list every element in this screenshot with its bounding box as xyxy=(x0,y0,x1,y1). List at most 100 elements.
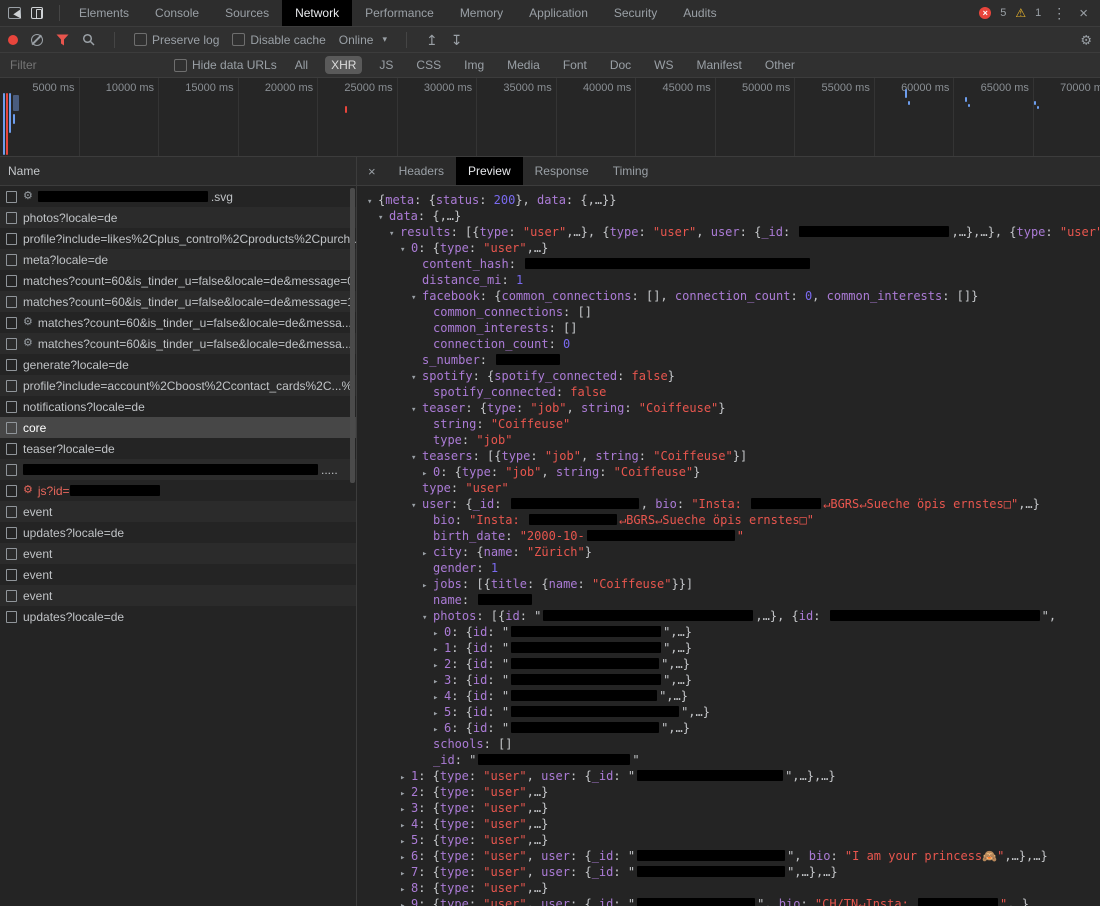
tree-line[interactable]: ▸8: {type: "user",…} xyxy=(367,880,1100,896)
filter-type-font[interactable]: Font xyxy=(557,56,593,74)
request-row[interactable]: event xyxy=(0,564,356,585)
request-row[interactable]: core xyxy=(0,417,356,438)
tab-memory[interactable]: Memory xyxy=(447,0,516,26)
tree-line[interactable]: schools: [] xyxy=(367,736,1100,752)
tab-performance[interactable]: Performance xyxy=(352,0,447,26)
tree-line[interactable]: ▸4: {type: "user",…} xyxy=(367,816,1100,832)
preserve-log-toggle[interactable]: Preserve log xyxy=(134,33,219,47)
record-icon[interactable] xyxy=(8,35,18,45)
tree-line[interactable]: ▸3: {type: "user",…} xyxy=(367,800,1100,816)
disable-cache-checkbox[interactable] xyxy=(232,33,245,46)
network-settings-gear-icon[interactable]: ⚙ xyxy=(1080,33,1092,46)
warning-icon[interactable]: ⚠ xyxy=(1015,7,1026,19)
tree-line[interactable]: ▸9: {type: "user", user: {_id: "", bio: … xyxy=(367,896,1100,906)
tree-line[interactable]: ▸0: {id: "",…} xyxy=(367,624,1100,640)
device-toolbar-icon[interactable] xyxy=(31,7,43,19)
tree-line[interactable]: s_number: xyxy=(367,352,1100,368)
inspect-element-icon[interactable] xyxy=(8,7,21,19)
request-row[interactable]: profile?include=account%2Cboost%2Ccontac… xyxy=(0,375,356,396)
tree-line[interactable]: ▸1: {type: "user", user: {_id: "",…},…} xyxy=(367,768,1100,784)
tab-security[interactable]: Security xyxy=(601,0,670,26)
tab-network[interactable]: Network xyxy=(282,0,352,26)
tree-line[interactable]: ▾teasers: [{type: "job", string: "Coiffe… xyxy=(367,448,1100,464)
tree-line[interactable]: name: xyxy=(367,592,1100,608)
tree-line[interactable]: ▸7: {type: "user", user: {_id: "",…},…} xyxy=(367,864,1100,880)
filter-type-ws[interactable]: WS xyxy=(648,56,679,74)
filter-type-other[interactable]: Other xyxy=(759,56,801,74)
tree-expanded-icon[interactable]: ▾ xyxy=(411,290,422,306)
tree-line[interactable]: ▸2: {type: "user",…} xyxy=(367,784,1100,800)
tree-expanded-icon[interactable]: ▾ xyxy=(411,498,422,514)
tree-line[interactable]: ▾0: {type: "user",…} xyxy=(367,240,1100,256)
filter-type-js[interactable]: JS xyxy=(373,56,399,74)
tree-line[interactable]: distance_mi: 1 xyxy=(367,272,1100,288)
tree-line[interactable]: _id: "" xyxy=(367,752,1100,768)
hide-data-urls-checkbox[interactable] xyxy=(174,59,187,72)
tree-line[interactable]: type: "user" xyxy=(367,480,1100,496)
tree-line[interactable]: ▸2: {id: "",…} xyxy=(367,656,1100,672)
tree-line[interactable]: ▸5: {id: "",…} xyxy=(367,704,1100,720)
tree-line[interactable]: ▸city: {name: "Zürich"} xyxy=(367,544,1100,560)
request-row[interactable]: profile?include=likes%2Cplus_control%2Cp… xyxy=(0,228,356,249)
tree-expanded-icon[interactable]: ▾ xyxy=(367,194,378,210)
detail-tab-response[interactable]: Response xyxy=(523,157,601,185)
hide-data-urls-toggle[interactable]: Hide data URLs xyxy=(174,58,277,72)
more-menu-icon[interactable]: ⋮ xyxy=(1050,5,1068,22)
request-row[interactable]: updates?locale=de xyxy=(0,606,356,627)
tree-line[interactable]: content_hash: xyxy=(367,256,1100,272)
tree-line[interactable]: ▸1: {id: "",…} xyxy=(367,640,1100,656)
tree-expanded-icon[interactable]: ▾ xyxy=(400,242,411,258)
tree-line[interactable]: birth_date: "2000-10-" xyxy=(367,528,1100,544)
tree-expanded-icon[interactable]: ▾ xyxy=(411,450,422,466)
scrollbar-thumb[interactable] xyxy=(350,188,355,483)
filter-type-xhr[interactable]: XHR xyxy=(325,56,362,74)
disable-cache-toggle[interactable]: Disable cache xyxy=(232,33,325,47)
name-column-header[interactable]: Name xyxy=(0,157,356,186)
request-row[interactable]: meta?locale=de xyxy=(0,249,356,270)
request-row[interactable]: updates?locale=de xyxy=(0,522,356,543)
filter-type-img[interactable]: Img xyxy=(458,56,490,74)
request-row[interactable]: ..... xyxy=(0,459,356,480)
filter-type-css[interactable]: CSS xyxy=(410,56,447,74)
tree-line[interactable]: ▾data: {,…} xyxy=(367,208,1100,224)
filter-type-doc[interactable]: Doc xyxy=(604,56,637,74)
tree-line[interactable]: connection_count: 0 xyxy=(367,336,1100,352)
import-har-icon[interactable]: ↥ xyxy=(426,33,438,47)
search-icon[interactable] xyxy=(82,33,95,46)
tree-expanded-icon[interactable]: ▾ xyxy=(411,402,422,418)
tree-line[interactable]: ▸4: {id: "",…} xyxy=(367,688,1100,704)
detail-tab-timing[interactable]: Timing xyxy=(601,157,661,185)
filter-funnel-icon[interactable] xyxy=(56,34,69,46)
request-row[interactable]: photos?locale=de xyxy=(0,207,356,228)
request-row[interactable]: notifications?locale=de xyxy=(0,396,356,417)
request-row[interactable]: matches?count=60&is_tinder_u=false&local… xyxy=(0,270,356,291)
tree-line[interactable]: common_interests: [] xyxy=(367,320,1100,336)
tree-line[interactable]: ▸6: {type: "user", user: {_id: "", bio: … xyxy=(367,848,1100,864)
tree-line[interactable]: ▾facebook: {common_connections: [], conn… xyxy=(367,288,1100,304)
tree-line[interactable]: ▾teaser: {type: "job", string: "Coiffeus… xyxy=(367,400,1100,416)
request-row[interactable]: generate?locale=de xyxy=(0,354,356,375)
close-devtools-icon[interactable]: × xyxy=(1077,5,1090,22)
tab-application[interactable]: Application xyxy=(516,0,601,26)
detail-tab-headers[interactable]: Headers xyxy=(387,157,456,185)
filter-type-manifest[interactable]: Manifest xyxy=(691,56,748,74)
tree-line[interactable]: ▸6: {id: "",…} xyxy=(367,720,1100,736)
tree-line[interactable]: ▾spotify: {spotify_connected: false} xyxy=(367,368,1100,384)
tree-expanded-icon[interactable]: ▾ xyxy=(422,610,433,626)
tree-line[interactable]: ▸0: {type: "job", string: "Coiffeuse"} xyxy=(367,464,1100,480)
tab-audits[interactable]: Audits xyxy=(670,0,729,26)
preserve-log-checkbox[interactable] xyxy=(134,33,147,46)
tree-expanded-icon[interactable]: ▾ xyxy=(378,210,389,226)
error-badge-icon[interactable]: × xyxy=(979,7,991,19)
request-row[interactable]: ⚙.svg xyxy=(0,186,356,207)
close-detail-icon[interactable]: × xyxy=(357,164,387,179)
request-row[interactable]: event xyxy=(0,585,356,606)
network-overview-timeline[interactable]: 5000 ms10000 ms15000 ms20000 ms25000 ms3… xyxy=(0,78,1100,157)
tree-line[interactable]: type: "job" xyxy=(367,432,1100,448)
tree-line[interactable]: common_connections: [] xyxy=(367,304,1100,320)
tree-line[interactable]: ▾photos: [{id: ",…}, {id: ", xyxy=(367,608,1100,624)
clear-icon[interactable] xyxy=(31,34,43,46)
filter-input[interactable] xyxy=(8,57,162,73)
tree-line[interactable]: string: "Coiffeuse" xyxy=(367,416,1100,432)
request-row[interactable]: teaser?locale=de xyxy=(0,438,356,459)
